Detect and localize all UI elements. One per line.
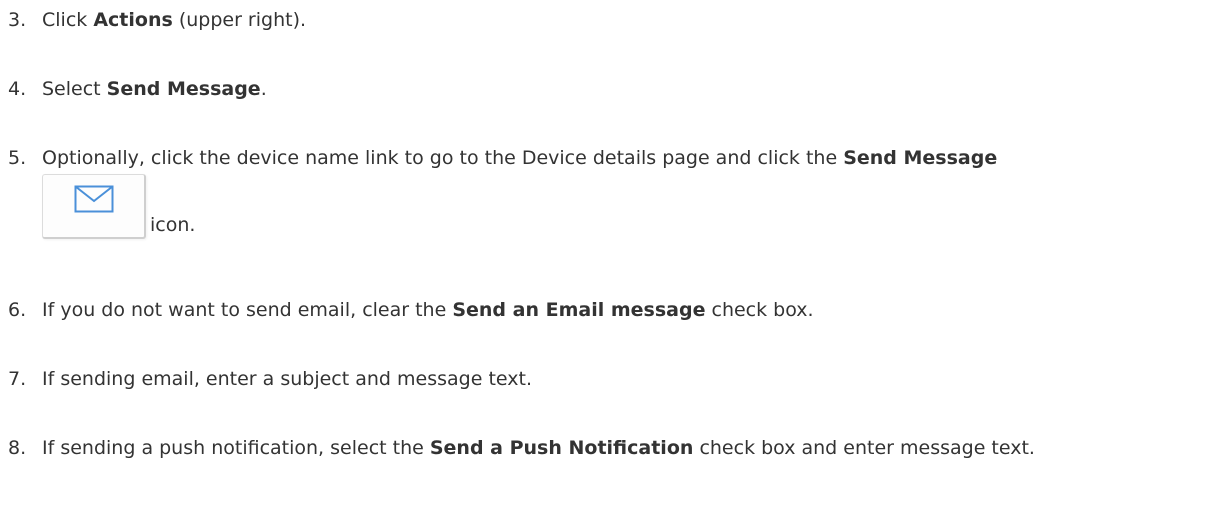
send-email-label: Send an Email message xyxy=(452,299,706,321)
step-number: 8. xyxy=(8,437,27,459)
step-text: If sending email, enter a subject and me… xyxy=(42,368,532,390)
step-7: 7. If sending email, enter a subject and… xyxy=(8,365,1199,393)
step-text: If sending a push notification, select t… xyxy=(42,437,1035,459)
step-number: 5. xyxy=(8,147,27,169)
step-text: If you do not want to send email, clear … xyxy=(42,299,814,321)
step-number: 6. xyxy=(8,299,27,321)
step-8: 8. If sending a push notification, selec… xyxy=(8,434,1199,462)
send-message-label: Send Message xyxy=(106,78,261,100)
icon-suffix: icon. xyxy=(150,214,196,236)
step-6: 6. If you do not want to send email, cle… xyxy=(8,296,1199,324)
step-5: 5. Optionally, click the device name lin… xyxy=(8,144,1199,239)
send-message-label: Send Message xyxy=(843,147,998,169)
step-text: Optionally, click the device name link t… xyxy=(42,144,1199,239)
send-push-label: Send a Push Notification xyxy=(429,437,694,459)
step-number: 4. xyxy=(8,78,27,100)
step-3: 3. Click Actions (upper right). xyxy=(8,6,1199,34)
actions-label: Actions xyxy=(93,9,173,31)
step-text: Select Send Message. xyxy=(42,78,267,100)
step-4: 4. Select Send Message. xyxy=(8,75,1199,103)
step-number: 7. xyxy=(8,368,27,390)
step-number: 3. xyxy=(8,9,27,31)
instruction-steps: 3. Click Actions (upper right). 4. Selec… xyxy=(0,0,1209,514)
envelope-icon xyxy=(74,185,113,213)
step-text: Click Actions (upper right). xyxy=(42,9,307,31)
send-message-button[interactable] xyxy=(42,174,146,239)
